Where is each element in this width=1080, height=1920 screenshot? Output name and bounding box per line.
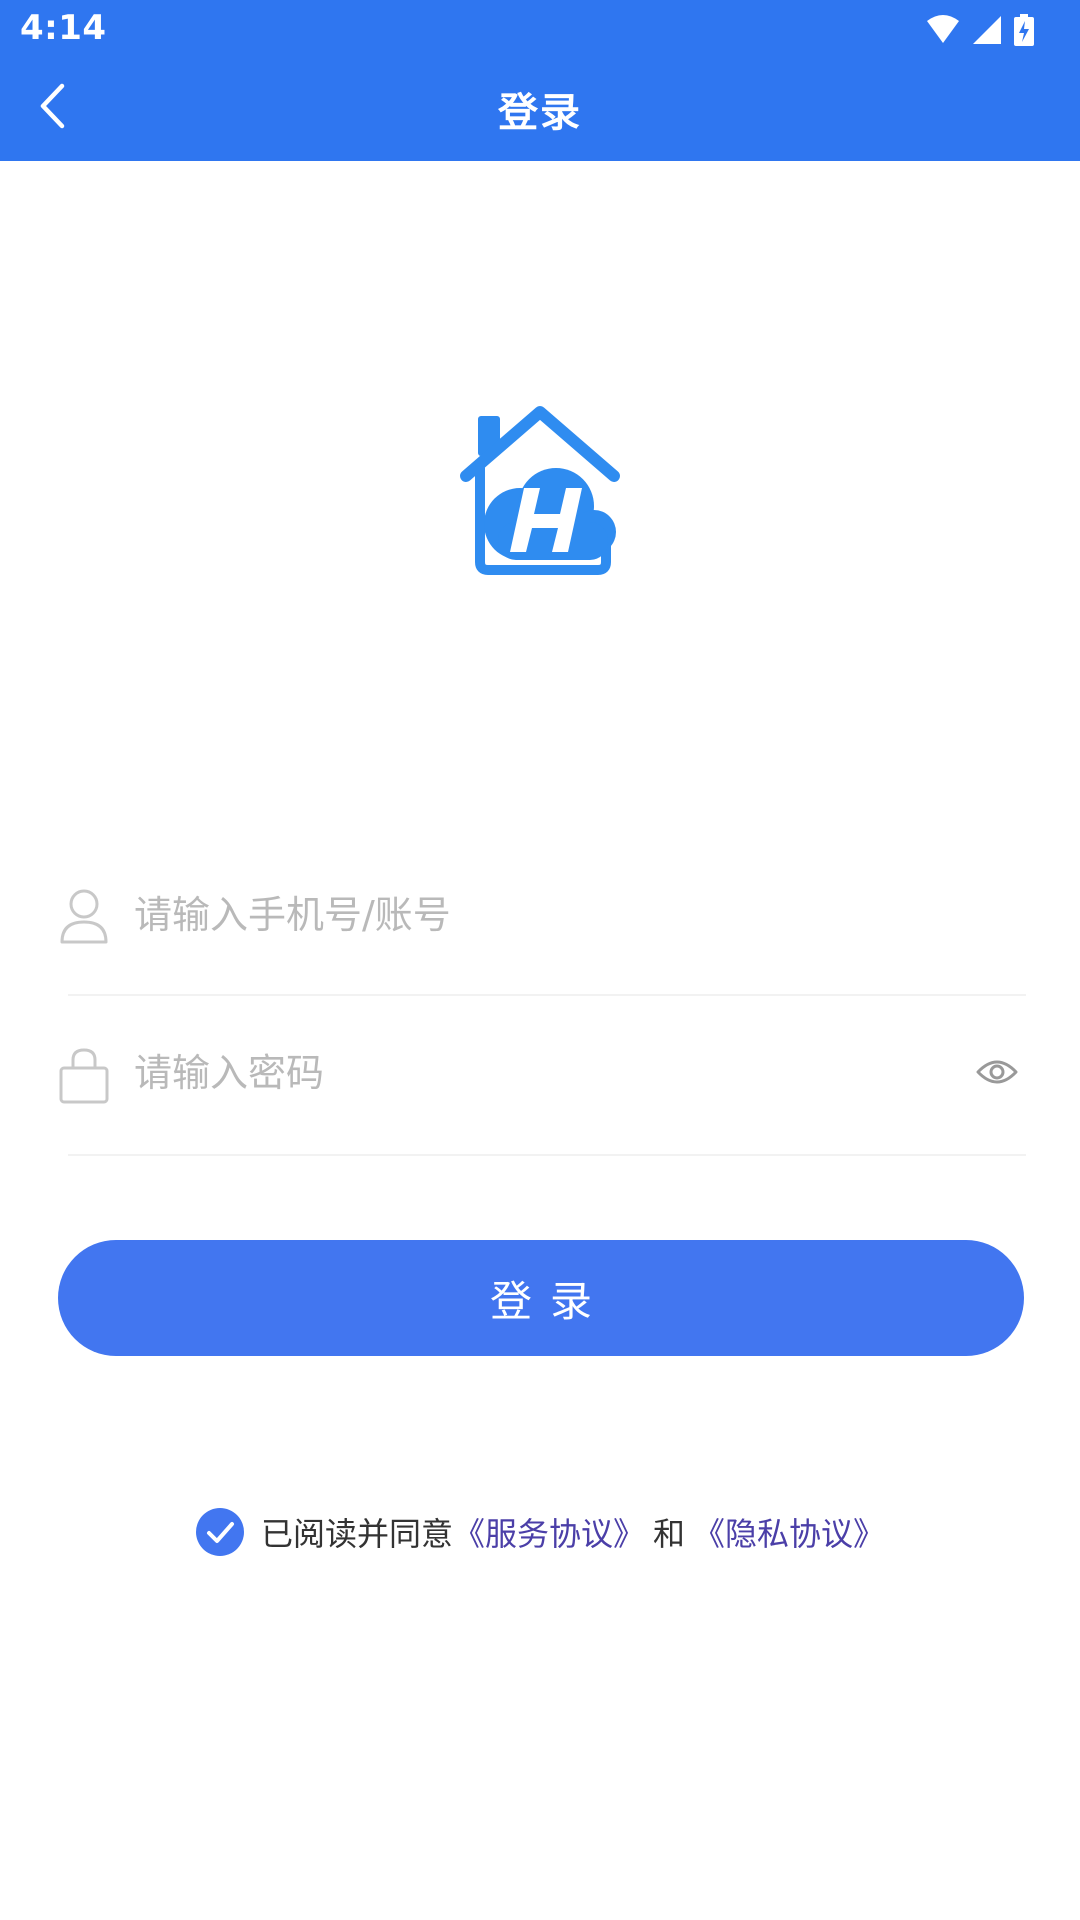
privacy-agreement-link[interactable]: 《隐私协议》 (693, 1509, 885, 1555)
page-title: 登录 (498, 90, 582, 136)
username-field-row (58, 866, 1024, 966)
user-icon (60, 889, 108, 944)
username-divider (68, 994, 1026, 996)
back-button[interactable] (28, 78, 76, 134)
cell-signal-icon (973, 16, 1001, 44)
battery-charging-icon (1014, 14, 1034, 46)
top-app-bar: 4:14 登录 (0, 0, 1080, 161)
wifi-icon (927, 15, 959, 43)
house-cloud-h-logo (460, 406, 620, 575)
eye-icon (976, 1060, 1018, 1084)
service-agreement-link[interactable]: 《服务协议》 (453, 1509, 645, 1555)
chevron-left-icon (40, 83, 65, 129)
lock-icon (59, 1048, 109, 1104)
agreement-conjunction: 和 (653, 1515, 686, 1553)
agreement-row: 已阅读并同意 《服务协议》 和 《隐私协议》 (0, 1504, 1080, 1560)
password-field-row (58, 1024, 1024, 1124)
status-time: 4:14 (20, 8, 107, 48)
password-visibility-toggle[interactable] (974, 1052, 1020, 1092)
password-input[interactable] (134, 1038, 914, 1108)
login-button[interactable]: 登录 (58, 1240, 1024, 1356)
username-input[interactable] (134, 880, 914, 950)
agreement-checkbox[interactable] (195, 1507, 245, 1557)
status-icons (926, 10, 1034, 50)
agreement-prefix: 已阅读并同意 (260, 1515, 453, 1553)
password-divider (68, 1154, 1026, 1156)
